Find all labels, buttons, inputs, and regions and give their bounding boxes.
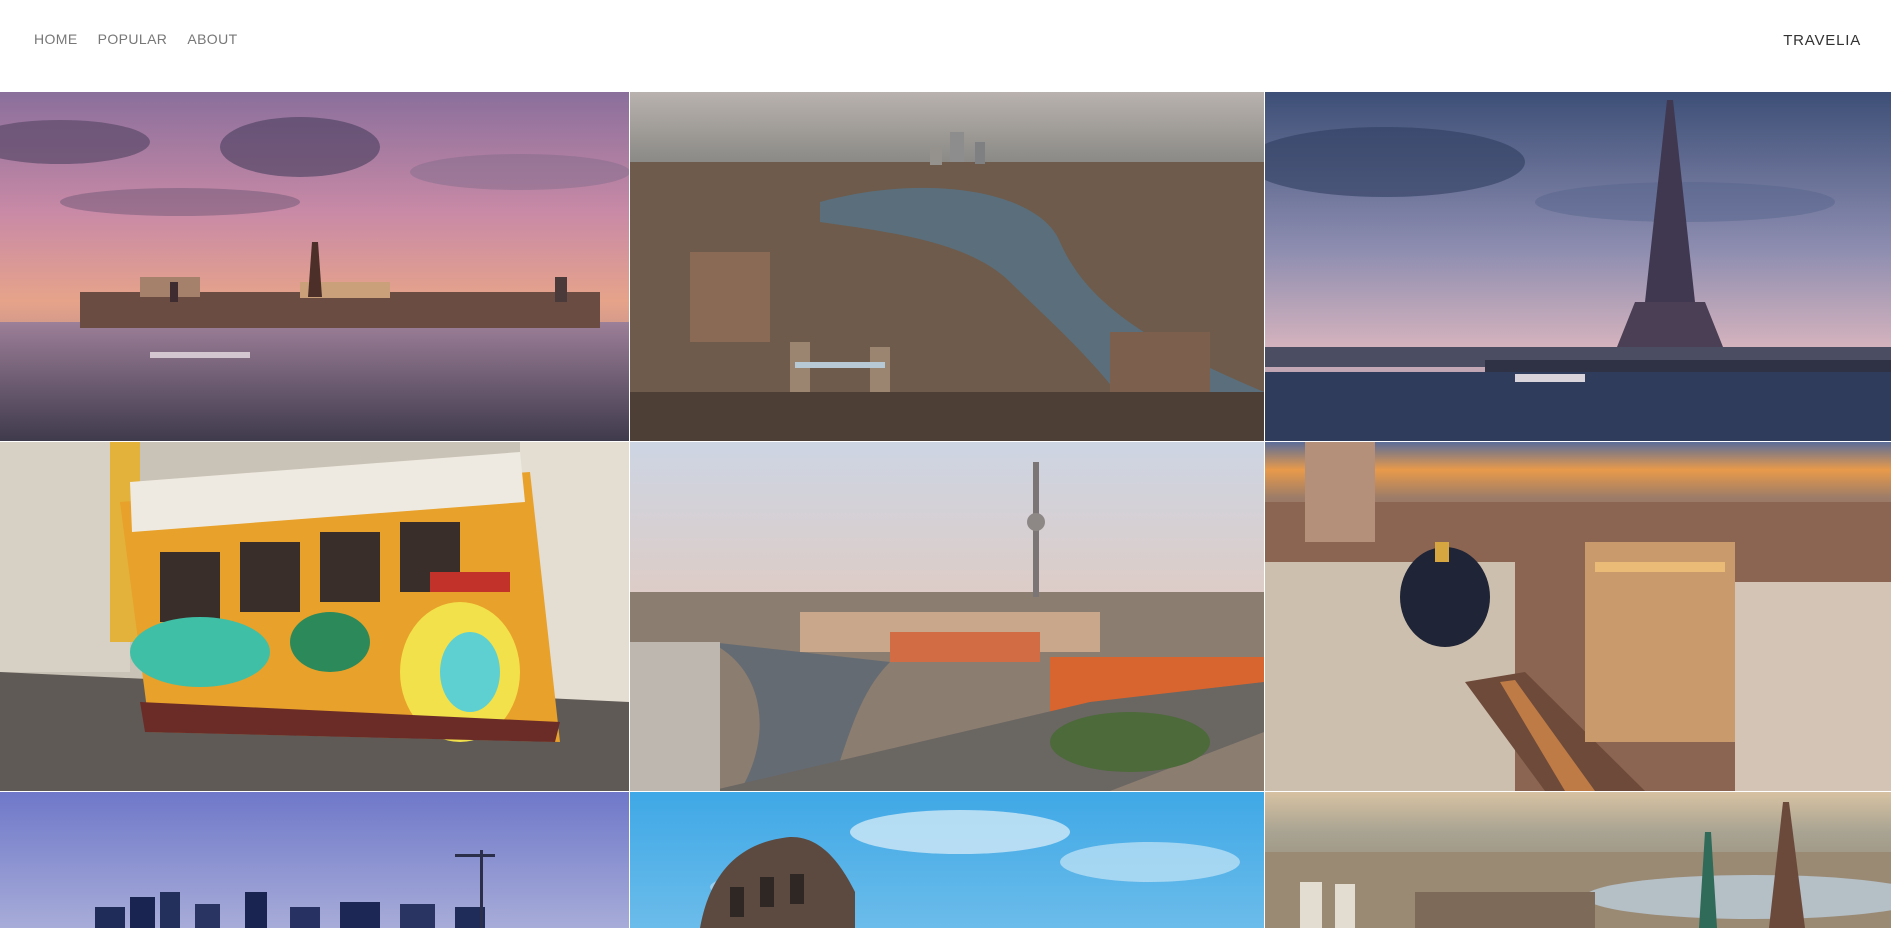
- brand-logo[interactable]: TRAVELIA: [1783, 32, 1861, 49]
- gallery-tile-rome[interactable]: [630, 792, 1264, 928]
- gallery-tile-berlin[interactable]: [630, 442, 1264, 791]
- stockholm-photo: [0, 92, 629, 441]
- oslo-photo: [0, 792, 629, 928]
- gallery-tile-lisbon-tram[interactable]: [0, 442, 629, 791]
- gallery-tile-zurich[interactable]: [1265, 792, 1891, 928]
- gallery-tile-stockholm[interactable]: [0, 92, 629, 441]
- london-photo: [630, 92, 1264, 441]
- photo-gallery: [0, 92, 1891, 928]
- nav-home-link[interactable]: HOME: [34, 31, 78, 47]
- top-bar: HOME POPULAR ABOUT TRAVELIA: [0, 0, 1891, 92]
- gallery-tile-madrid[interactable]: [1265, 442, 1891, 791]
- gallery-tile-oslo[interactable]: [0, 792, 629, 928]
- nav-about-link[interactable]: ABOUT: [187, 31, 237, 47]
- main-nav: HOME POPULAR ABOUT: [34, 31, 238, 47]
- lisbon-tram-photo: [0, 442, 629, 791]
- madrid-photo: [1265, 442, 1891, 791]
- nav-popular-link[interactable]: POPULAR: [98, 31, 168, 47]
- zurich-photo: [1265, 792, 1891, 928]
- rome-photo: [630, 792, 1264, 928]
- gallery-tile-paris[interactable]: [1265, 92, 1891, 441]
- berlin-photo: [630, 442, 1264, 791]
- paris-photo: [1265, 92, 1891, 441]
- gallery-tile-london[interactable]: [630, 92, 1264, 441]
